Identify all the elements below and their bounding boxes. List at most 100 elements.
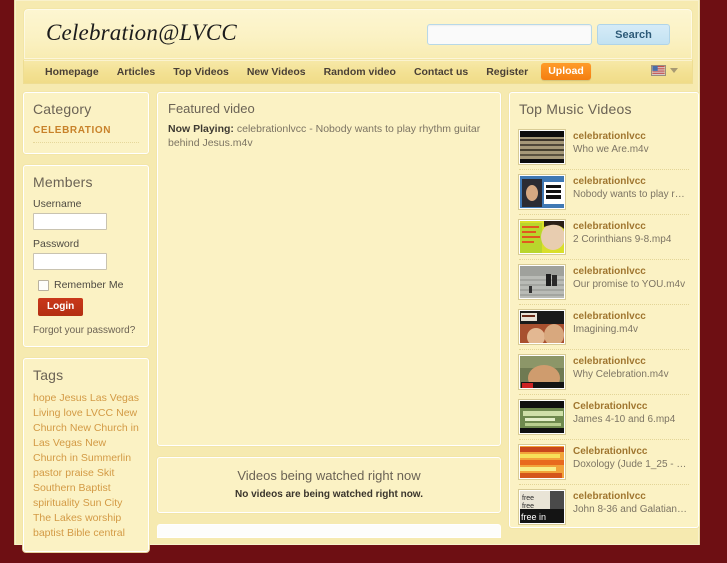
- video-title: Our promise to YOU.m4v: [573, 279, 686, 290]
- nav-item-random-video[interactable]: Random video: [315, 61, 405, 83]
- tags-title: Tags: [33, 367, 64, 383]
- video-thumbnail-orange-text[interactable]: [519, 445, 565, 479]
- left-sidebar: Category CELEBRATION Members Username Pa…: [23, 92, 149, 563]
- video-thumbnail-free-indeed[interactable]: free free free in: [519, 490, 565, 524]
- tag-link[interactable]: Las Vegas: [90, 392, 139, 404]
- video-text: celebrationlvcc Who we Are.m4v: [573, 130, 649, 155]
- watching-now-title: Videos being watched right now: [237, 468, 421, 483]
- video-list-item[interactable]: celebrationlvcc Our promise to YOU.m4v: [519, 260, 689, 305]
- video-text: celebrationlvcc John 8-36 and Galatians 5…: [573, 490, 689, 515]
- tags-panel: Tags hope Jesus Las Vegas Living love LV…: [23, 358, 149, 552]
- tag-link[interactable]: Sun City: [83, 497, 123, 509]
- page-frame: Celebration@LVCC Search Homepage Article…: [14, 0, 700, 552]
- video-thumbnail-crowd-dark[interactable]: [519, 130, 565, 164]
- video-uploader-link[interactable]: celebrationlvcc: [573, 176, 689, 187]
- video-list-item[interactable]: free free free in celebrationlvcc John 8-36 …: [519, 485, 689, 527]
- remember-me-checkbox[interactable]: [38, 279, 49, 291]
- video-list-item[interactable]: celebrationlvcc Why Celebration.m4v: [519, 350, 689, 395]
- page-inner: Celebration@LVCC Search Homepage Article…: [15, 0, 701, 563]
- username-label: Username: [33, 198, 82, 210]
- main-navigation: Homepage Articles Top Videos New Videos …: [23, 60, 693, 84]
- video-thumbnail-stop-right[interactable]: [519, 355, 565, 389]
- video-list-item[interactable]: Celebrationlvcc Doxology (Jude 1_25 - Nkj…: [519, 440, 689, 485]
- login-button[interactable]: Login: [38, 298, 84, 316]
- tag-link[interactable]: Skit: [97, 467, 115, 479]
- tag-link[interactable]: central: [93, 527, 125, 539]
- video-list-item[interactable]: celebrationlvcc 2 Corinthians 9-8.mp4: [519, 215, 689, 260]
- watching-now-message: No videos are being watched right now.: [235, 489, 423, 500]
- nav-item-articles[interactable]: Articles: [108, 61, 165, 83]
- forgot-password-link[interactable]: Forgot your password?: [33, 325, 139, 336]
- tag-link[interactable]: Southern Baptist: [33, 482, 111, 494]
- top-music-videos-title: Top Music Videos: [519, 101, 632, 117]
- video-title: Imagining.m4v: [573, 324, 639, 335]
- video-thumbnail-green-face[interactable]: [519, 220, 565, 254]
- video-text: celebrationlvcc Nobody wants to play rhyt…: [573, 175, 689, 200]
- video-uploader-link[interactable]: celebrationlvcc: [573, 221, 671, 232]
- page-content: Category CELEBRATION Members Username Pa…: [23, 92, 699, 563]
- password-label: Password: [33, 238, 80, 250]
- video-title: Doxology (Jude 1_25 - Nkjv)...: [573, 459, 689, 470]
- video-title: John 8-36 and Galatians 5-1...: [573, 504, 689, 515]
- search-button[interactable]: Search: [597, 24, 670, 45]
- video-uploader-link[interactable]: Celebrationlvcc: [573, 446, 689, 457]
- video-list-item[interactable]: celebrationlvcc Nobody wants to play rhyt…: [519, 170, 689, 215]
- language-selector[interactable]: [651, 65, 678, 76]
- tag-link[interactable]: baptist: [33, 527, 64, 539]
- video-list-item[interactable]: celebrationlvcc Imagining.m4v: [519, 305, 689, 350]
- category-title: Category: [33, 101, 92, 117]
- tag-link[interactable]: praise: [65, 467, 94, 479]
- video-list-item[interactable]: Celebrationlvcc James 4-10 and 6.mp4: [519, 395, 689, 440]
- nav-item-contact-us[interactable]: Contact us: [405, 61, 477, 83]
- video-uploader-link[interactable]: celebrationlvcc: [573, 131, 649, 142]
- video-text: celebrationlvcc Imagining.m4v: [573, 310, 646, 335]
- svg-text:free: free: [522, 495, 534, 502]
- video-thumbnail-red-people[interactable]: [519, 310, 565, 344]
- tag-link[interactable]: worship: [85, 512, 121, 524]
- category-item-celebration[interactable]: CELEBRATION: [33, 125, 139, 143]
- video-uploader-link[interactable]: celebrationlvcc: [573, 491, 689, 502]
- svg-text:free: free: [522, 503, 534, 510]
- now-playing-label: Now Playing:: [168, 123, 234, 135]
- nav-item-top-videos[interactable]: Top Videos: [164, 61, 238, 83]
- svg-text:free in: free in: [521, 512, 546, 522]
- main-column: Featured video Now Playing: celebrationl…: [157, 92, 501, 538]
- tag-link[interactable]: The Lakes: [33, 512, 82, 524]
- video-uploader-link[interactable]: celebrationlvcc: [573, 311, 646, 322]
- nav-item-upload[interactable]: Upload: [541, 63, 591, 80]
- video-title: 2 Corinthians 9-8.mp4: [573, 234, 672, 245]
- site-header: Celebration@LVCC Search: [23, 8, 693, 60]
- tag-link[interactable]: Jesus: [59, 392, 86, 404]
- tag-link[interactable]: LVCC: [86, 407, 113, 419]
- tag-link[interactable]: Bible: [67, 527, 90, 539]
- tag-link[interactable]: pastor: [33, 467, 62, 479]
- nav-item-register[interactable]: Register: [477, 61, 537, 83]
- video-thumbnail-stairs-people[interactable]: [519, 265, 565, 299]
- tag-link[interactable]: hope: [33, 392, 56, 404]
- watching-now-panel: Videos being watched right now No videos…: [157, 457, 501, 513]
- video-title: Who we Are.m4v: [573, 144, 649, 155]
- search-input[interactable]: [427, 24, 592, 45]
- category-panel: Category CELEBRATION: [23, 92, 149, 154]
- tag-link[interactable]: love: [64, 407, 83, 419]
- nav-item-new-videos[interactable]: New Videos: [238, 61, 315, 83]
- video-text: Celebrationlvcc Doxology (Jude 1_25 - Nkj…: [573, 445, 689, 470]
- video-thumbnail-green-text[interactable]: [519, 400, 565, 434]
- video-uploader-link[interactable]: celebrationlvcc: [573, 356, 669, 367]
- video-title: Why Celebration.m4v: [573, 369, 669, 380]
- tag-cloud: hope Jesus Las Vegas Living love LVCC Ne…: [33, 391, 139, 541]
- nav-item-homepage[interactable]: Homepage: [36, 61, 108, 83]
- tag-link[interactable]: spirituality: [33, 497, 80, 509]
- video-list-item[interactable]: celebrationlvcc Who we Are.m4v: [519, 125, 689, 170]
- members-title: Members: [33, 174, 93, 190]
- tag-link[interactable]: Living: [33, 407, 60, 419]
- username-input[interactable]: [33, 213, 107, 230]
- password-input[interactable]: [33, 253, 107, 270]
- video-uploader-link[interactable]: celebrationlvcc: [573, 266, 685, 277]
- video-uploader-link[interactable]: Celebrationlvcc: [573, 401, 675, 412]
- us-flag-icon: [651, 65, 666, 76]
- video-thumbnail-its-all-about-me[interactable]: [519, 175, 565, 209]
- featured-video-title: Featured video: [168, 101, 255, 116]
- search-area: Search: [427, 24, 670, 45]
- bottom-panel-stub: [157, 524, 501, 538]
